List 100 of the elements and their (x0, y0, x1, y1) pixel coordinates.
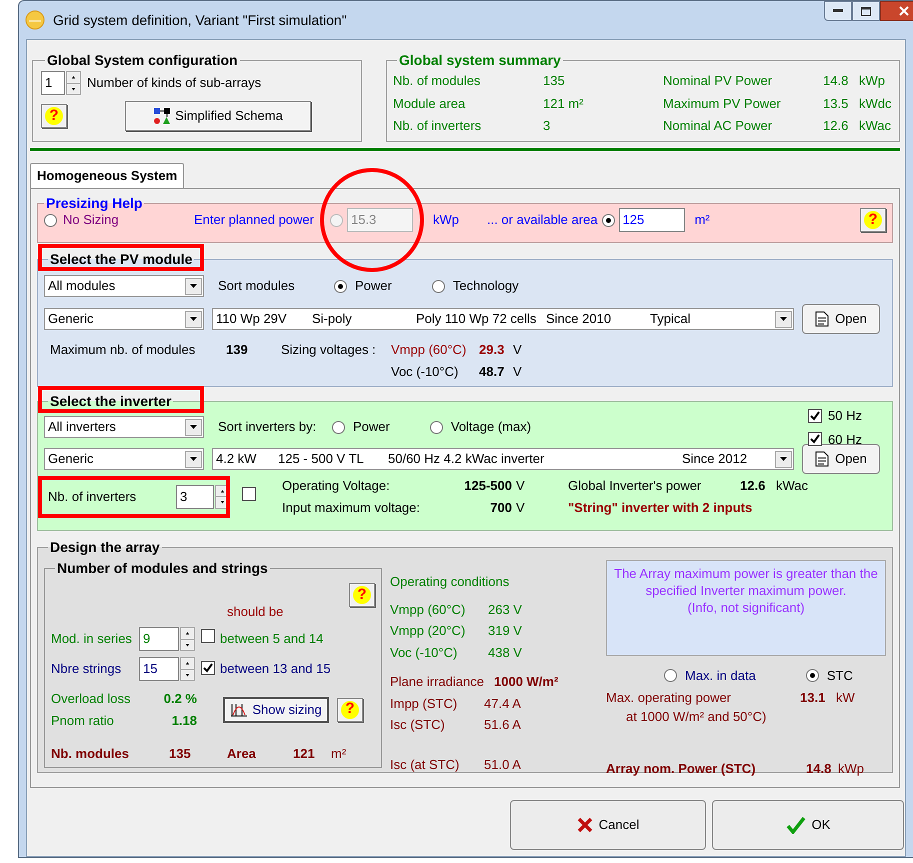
field-label: Overload loss (51, 690, 132, 708)
field-label: at 1000 W/m² and 50°C) (626, 708, 768, 726)
unit-label: V (516, 498, 526, 516)
radio-button[interactable] (44, 214, 57, 226)
field-label: Operating Voltage: (282, 477, 391, 495)
field-value: 13.1 (800, 688, 826, 706)
message-text: The Array maximum power is greater than the specified Inverter maximum power. (613, 565, 879, 599)
radio-button[interactable] (806, 669, 819, 682)
field-label: Impp (STC) (390, 694, 458, 713)
radio-button[interactable] (664, 669, 677, 682)
close-button[interactable] (880, 1, 913, 21)
model-field: 4.2 kW (216, 449, 278, 469)
unit-label: V (513, 362, 522, 380)
radio-label: STC (826, 667, 853, 685)
help-button[interactable]: ? (337, 698, 363, 722)
dropdown-value: Generic (48, 450, 94, 468)
model-dropdown[interactable]: 4.2 kW 125 - 500 V TL 50/60 Hz 4.2 kWac inverter Since 2012 (212, 448, 794, 470)
tab[interactable]: Homogeneous System (30, 163, 184, 188)
voltage-value: 48.7 (479, 362, 506, 380)
dropdown-value: All inverters (48, 418, 116, 436)
field-value: 14.8 (806, 760, 832, 778)
checkbox[interactable] (201, 661, 215, 676)
spinner-buttons[interactable] (180, 657, 195, 681)
minimize-button[interactable] (824, 1, 852, 21)
radio-button[interactable] (334, 280, 347, 292)
summary-value: 135 (543, 72, 566, 90)
group-title: Number of modules and strings (57, 560, 268, 576)
field-label: Isc (at STC) (390, 756, 460, 774)
x-icon (576, 817, 593, 833)
model-field: Since 2010 (546, 309, 650, 329)
field-label: Sizing voltages : (281, 341, 377, 359)
radio-button[interactable] (332, 420, 345, 434)
field-value: 51.6 A (484, 716, 522, 734)
cancel-button[interactable]: Cancel (510, 800, 706, 850)
spinner-buttons[interactable] (180, 627, 195, 651)
model-field: Si-poly (312, 309, 416, 329)
schema-icon (153, 107, 172, 125)
open-button[interactable]: Open (802, 304, 880, 334)
checkbox-label: 50 Hz (828, 407, 862, 425)
number-field[interactable]: 9 (139, 627, 179, 651)
radio-label: Max. in data (685, 667, 756, 685)
field-label: Vmpp (20°C) (390, 622, 466, 640)
number-field[interactable]: 1 (41, 71, 65, 95)
spinner-buttons[interactable] (66, 71, 81, 95)
checkbox[interactable] (242, 486, 256, 501)
voltage-label: Voc (-10°C) (391, 362, 460, 381)
summary-unit: kWac (859, 117, 892, 135)
checkbox[interactable] (201, 629, 215, 644)
number-field[interactable]: 15 (139, 657, 179, 681)
input-field[interactable]: 125 (618, 208, 685, 232)
help-button[interactable]: ? (349, 583, 375, 607)
radio-button[interactable] (432, 280, 445, 292)
field-label: Maximum nb. of modules (50, 341, 196, 359)
summary-value: 14.8 (823, 72, 850, 90)
radio-label: Voltage (max) (450, 418, 532, 436)
unit-label: m² (331, 745, 346, 763)
show-sizing-button[interactable]: Show sizing (223, 696, 329, 722)
field-label: Nb. modules (51, 745, 130, 763)
field-label: Sort inverters by: (218, 418, 318, 436)
field-label: Global Inverter's power (568, 477, 702, 495)
check-icon (786, 816, 806, 834)
group-title: Presizing Help (46, 195, 142, 211)
field-value: 121 (293, 745, 316, 763)
model-dropdown[interactable]: 110 Wp 29V Si-poly Poly 110 Wp 72 cells Since 2010 Typical (212, 308, 794, 330)
summary-value: 13.5 (823, 94, 850, 112)
checkbox[interactable] (808, 432, 822, 446)
document-icon (815, 311, 830, 327)
radio-label: Technology (452, 277, 519, 296)
filter-dropdown[interactable]: All inverters (44, 416, 204, 438)
dropdown-value: Generic (48, 310, 94, 328)
field-value: 1000 W/m² (494, 673, 558, 691)
range-label: between 5 and 14 (220, 630, 324, 648)
field-value: 12.6 (740, 477, 766, 495)
radio-button[interactable] (430, 420, 443, 434)
checkbox[interactable] (808, 408, 822, 423)
radio-button[interactable] (602, 214, 615, 226)
open-button[interactable]: Open (802, 444, 880, 474)
field-value: 139 (226, 341, 249, 359)
ok-button[interactable]: OK (712, 800, 904, 850)
help-button[interactable]: ? (860, 208, 886, 232)
field-label: Pnom ratio (51, 712, 115, 730)
field-value: 700 (489, 498, 512, 516)
maximize-button[interactable] (852, 1, 880, 21)
field-label: Array nom. Power (STC) (606, 760, 757, 778)
filter-dropdown[interactable]: All modules (44, 275, 204, 297)
summary-value: 121 m² (543, 94, 584, 112)
group-title: Select the inverter (50, 393, 172, 409)
voltage-value: 29.3 (479, 341, 506, 359)
hint-text: should be (227, 602, 284, 620)
unit-label: kWac (776, 477, 808, 495)
number-field[interactable]: 3 (176, 484, 214, 508)
summary-unit: kWdc (859, 94, 892, 112)
manufacturer-dropdown[interactable]: Generic (44, 308, 204, 330)
unit-label: m² (694, 211, 710, 230)
field-label: Sort modules (218, 277, 296, 296)
field-label: Mod. in series (51, 630, 133, 648)
group-title: Global System configuration (47, 52, 238, 68)
schema-button[interactable]: Simplified Schema (125, 101, 311, 131)
help-button[interactable]: ? (41, 104, 67, 128)
manufacturer-dropdown[interactable]: Generic (44, 448, 204, 470)
